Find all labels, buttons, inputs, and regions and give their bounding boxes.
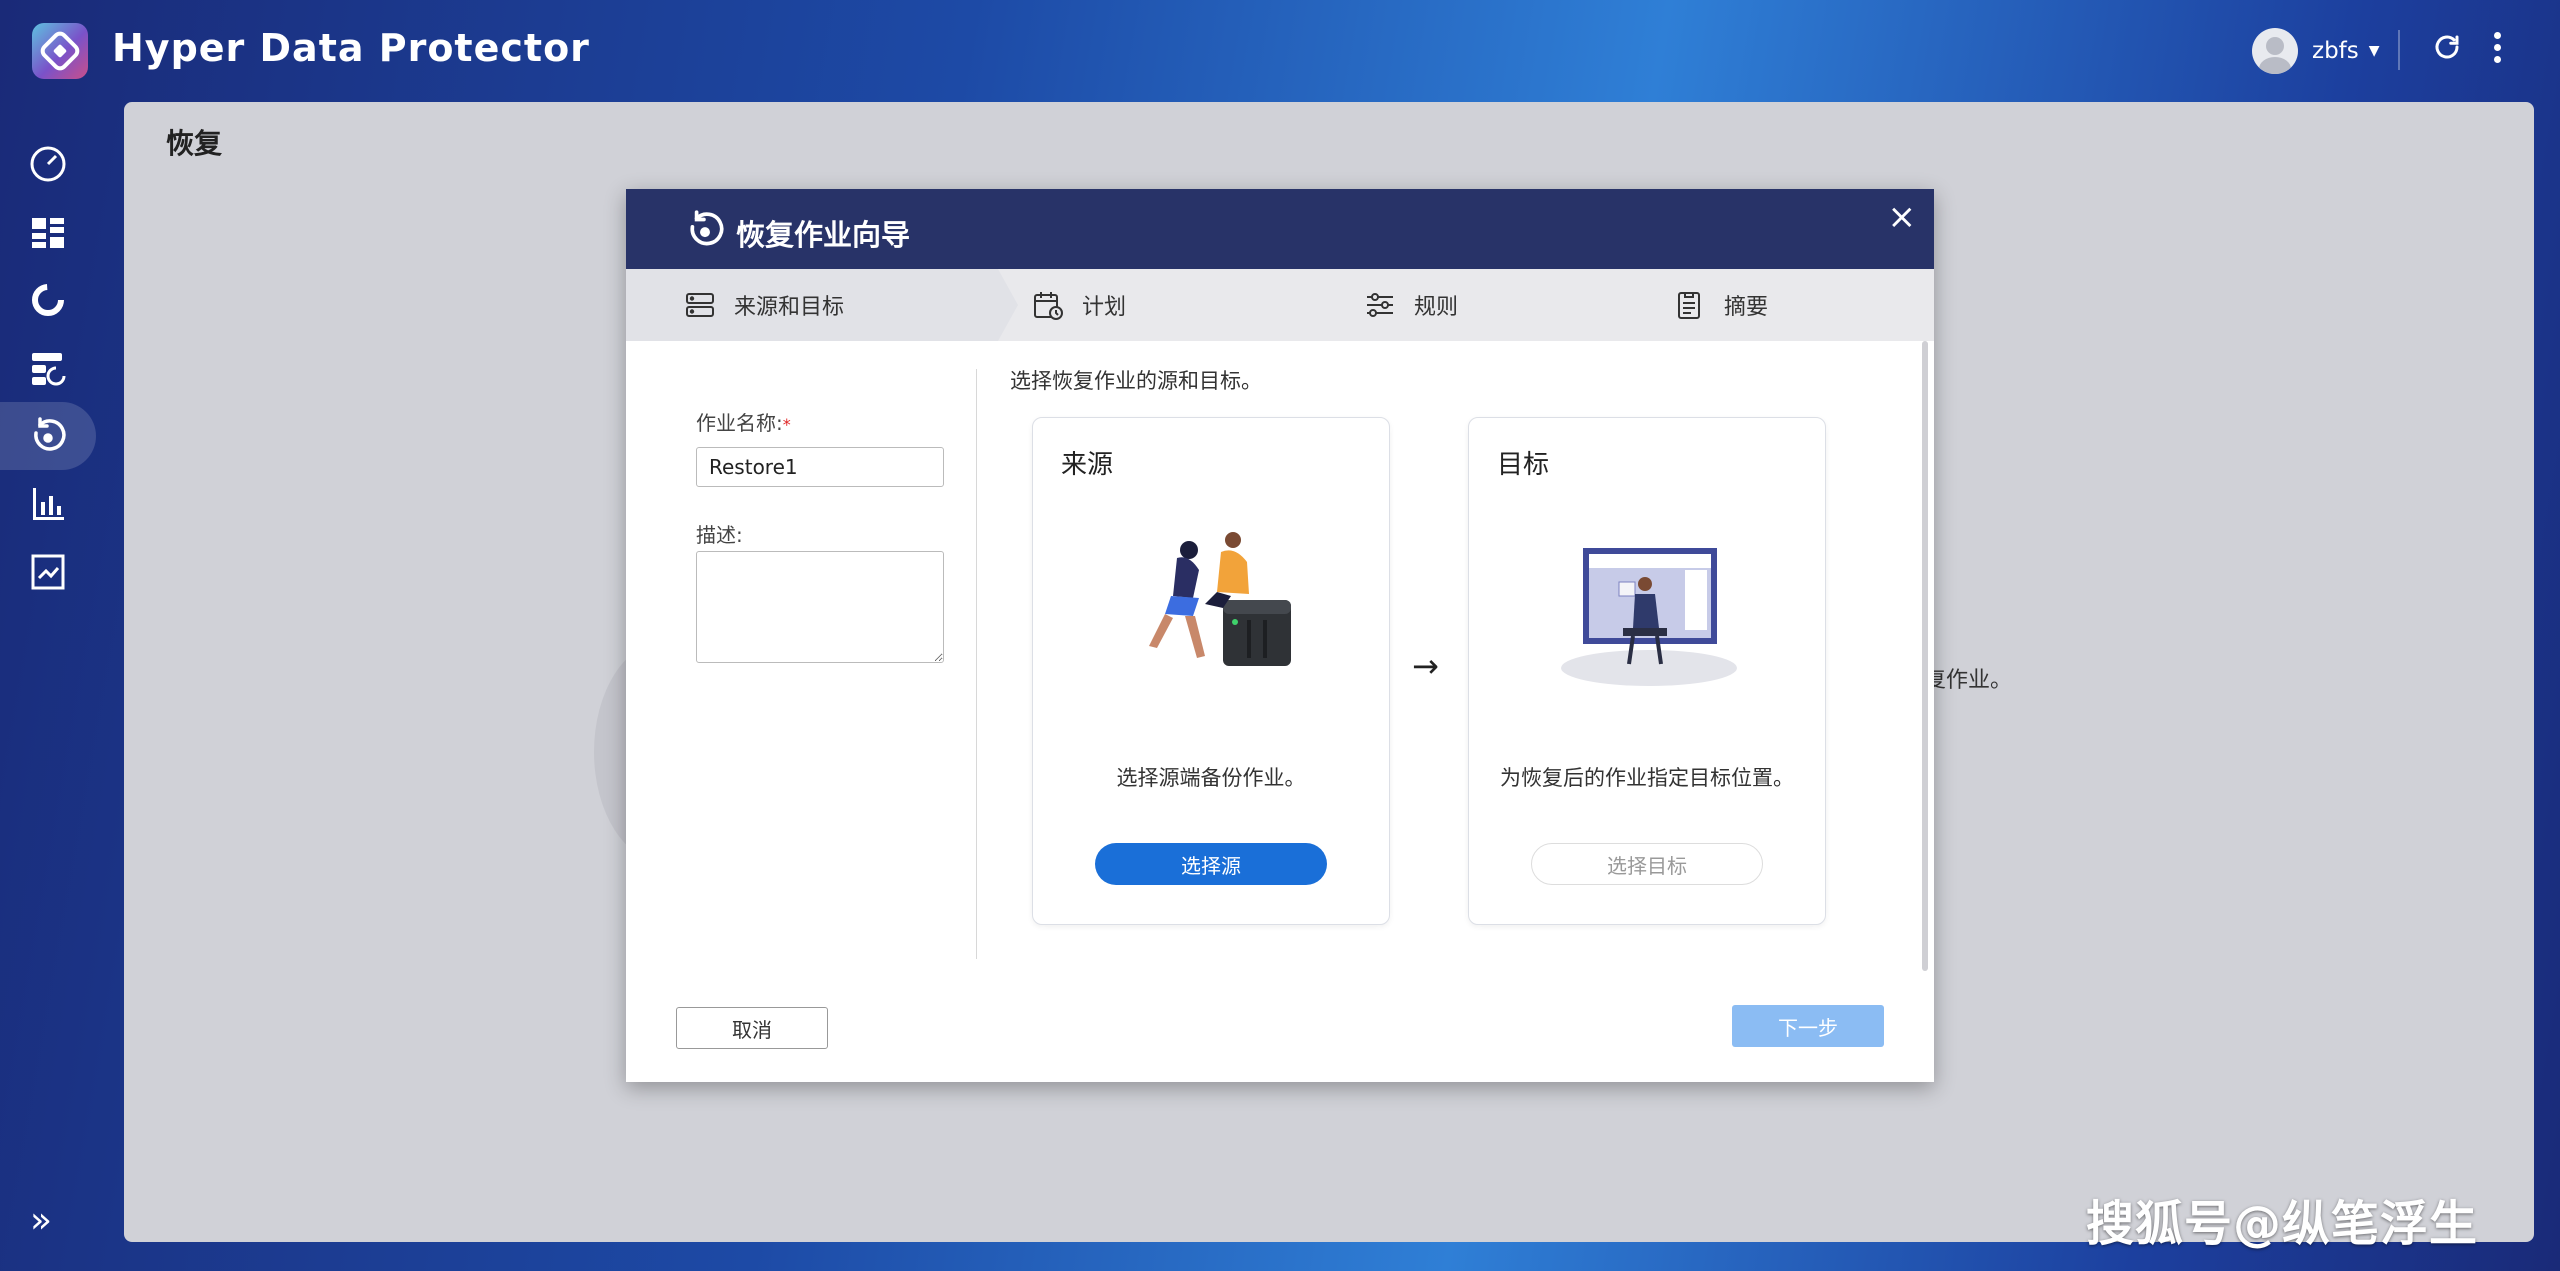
refresh-icon[interactable] [2432, 32, 2462, 62]
dashboard-icon [30, 146, 66, 182]
source-illustration [1149, 532, 1291, 666]
background-hint-text: 复作业。 [1924, 668, 2013, 693]
restore-wizard-dialog: 恢复作业向导 × 来源和目标 计划 规则 摘要 作业名称:* 描述: 选择恢复作… [626, 189, 1934, 1082]
app-logo [32, 23, 88, 79]
step-schedule[interactable]: 计划 [998, 269, 1308, 341]
flow-arrow-icon: → [1412, 647, 1439, 685]
avatar [2252, 28, 2298, 74]
description-input[interactable] [696, 551, 944, 663]
target-card-description: 为恢复后的作业指定目标位置。 [1500, 766, 1794, 790]
sliders-icon [1367, 293, 1393, 317]
sidebar-item-report[interactable] [0, 470, 96, 538]
next-button[interactable]: 下一步 [1732, 1005, 1884, 1047]
instruction-text: 选择恢复作业的源和目标。 [1010, 369, 1262, 393]
step-summary[interactable]: 摘要 [1618, 269, 1934, 341]
user-menu[interactable]: zbfs ▼ [2252, 26, 2380, 76]
vertical-divider [976, 369, 977, 959]
select-target-button[interactable]: 选择目标 [1531, 843, 1763, 885]
wizard-steps: 来源和目标 计划 规则 摘要 [626, 269, 1934, 341]
source-card: 来源 选择源端备份作业。 选择源 [1032, 417, 1390, 925]
target-illustration [1561, 548, 1737, 686]
step-label: 来源和目标 [734, 295, 845, 320]
step-label: 规则 [1414, 295, 1459, 320]
dialog-title: 恢复作业向导 [736, 218, 911, 252]
scrollbar[interactable] [1922, 341, 1928, 971]
server-icon [686, 293, 714, 317]
target-card-title: 目标 [1497, 450, 1550, 480]
caret-down-icon: ▼ [2368, 43, 2380, 59]
clipboard-icon [1678, 292, 1700, 319]
step-rules[interactable]: 规则 [1308, 269, 1618, 341]
restore-icon [690, 210, 724, 246]
backup-icon [32, 284, 64, 316]
sidebar-item-log[interactable] [0, 538, 96, 606]
storage-icon [32, 353, 66, 386]
expand-sidebar-icon[interactable]: » [30, 1200, 52, 1241]
overview-icon [32, 218, 64, 248]
required-marker: * [782, 415, 791, 434]
job-name-label: 作业名称: [696, 411, 783, 435]
step-source-and-target[interactable]: 来源和目标 [626, 269, 998, 341]
job-name-input[interactable] [696, 447, 944, 487]
step-label: 摘要 [1724, 295, 1769, 320]
description-label: 描述: [696, 523, 743, 547]
more-options-icon[interactable] [2482, 32, 2512, 68]
sidebar-item-storage[interactable] [0, 334, 96, 402]
watermark: 搜狐号@纵笔浮生 [2086, 1196, 2479, 1252]
source-card-description: 选择源端备份作业。 [1116, 766, 1306, 790]
app-title: Hyper Data Protector [112, 26, 590, 70]
dialog-header: 恢复作业向导 × [626, 189, 1934, 269]
restore-icon [34, 417, 66, 451]
sidebar-item-backup[interactable] [0, 266, 96, 334]
topbar-divider [2398, 30, 2400, 70]
cancel-button[interactable]: 取消 [676, 1007, 828, 1049]
sidebar-item-restore[interactable] [0, 402, 96, 470]
log-icon [31, 554, 65, 590]
sidebar-item-overview[interactable] [0, 198, 96, 266]
source-card-title: 来源 [1061, 450, 1114, 480]
step-label: 计划 [1082, 295, 1127, 320]
calendar-icon [1034, 292, 1063, 320]
username: zbfs [2312, 38, 2359, 64]
page-title: 恢复 [166, 127, 223, 160]
select-source-button[interactable]: 选择源 [1095, 843, 1327, 885]
close-icon[interactable]: × [1888, 197, 1917, 237]
sidebar-item-dashboard[interactable] [0, 130, 96, 198]
job-name-label-row: 作业名称:* [696, 407, 791, 436]
target-card: 目标 为恢复后的作业指定目标位置。 选择目标 [1468, 417, 1826, 925]
report-icon [33, 488, 64, 520]
